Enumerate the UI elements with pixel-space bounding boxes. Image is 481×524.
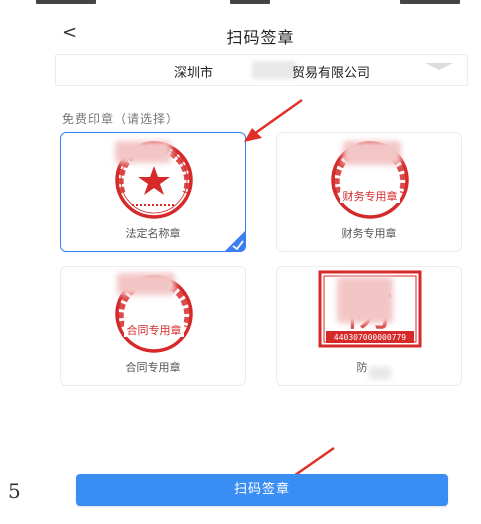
scan-sign-button[interactable]: 扫码签章 bbox=[76, 474, 448, 506]
step-number: 5 bbox=[8, 479, 21, 503]
finance-seal-text: 财务专用章 bbox=[343, 189, 398, 203]
seal-card-anticounterfeit[interactable]: 防 440307000000779 防 bbox=[276, 266, 462, 386]
status-bar bbox=[0, 0, 481, 10]
seal-card-corporate[interactable]: 法定名称章 bbox=[60, 132, 246, 252]
seal-label: 财务专用章 bbox=[341, 227, 397, 240]
redacted-seal-text bbox=[115, 141, 171, 163]
redacted-label bbox=[369, 367, 391, 379]
selected-check-icon bbox=[224, 230, 246, 252]
chevron-down-icon[interactable] bbox=[425, 63, 453, 70]
seal-card-contract[interactable]: 合同专用章 合同专用章 bbox=[60, 266, 246, 386]
page-title: 扫码签章 bbox=[226, 28, 295, 47]
seal-code: 440307000000779 bbox=[334, 333, 406, 342]
navbar: < 扫码签章 bbox=[40, 12, 481, 56]
annotation-arrow-icon bbox=[244, 98, 303, 142]
redacted-seal-text bbox=[343, 141, 401, 165]
redacted-seal-text bbox=[117, 273, 175, 295]
contract-seal-text: 合同专用章 bbox=[127, 323, 182, 337]
section-title: 免费印章（请选择） bbox=[62, 112, 180, 126]
seal-card-finance[interactable]: 财务专用章 财务专用章 bbox=[276, 132, 462, 252]
seal-label: 法定名称章 bbox=[125, 227, 181, 240]
redacted-seal-text bbox=[337, 277, 393, 323]
company-name-left: 深圳市 bbox=[174, 66, 214, 81]
redacted-text bbox=[252, 61, 296, 79]
seal-label: 防 bbox=[356, 361, 368, 374]
company-select[interactable]: 深圳市 贸易有限公司 bbox=[55, 54, 468, 86]
company-name-right: 贸易有限公司 bbox=[292, 66, 371, 81]
seal-label: 合同专用章 bbox=[125, 361, 181, 374]
